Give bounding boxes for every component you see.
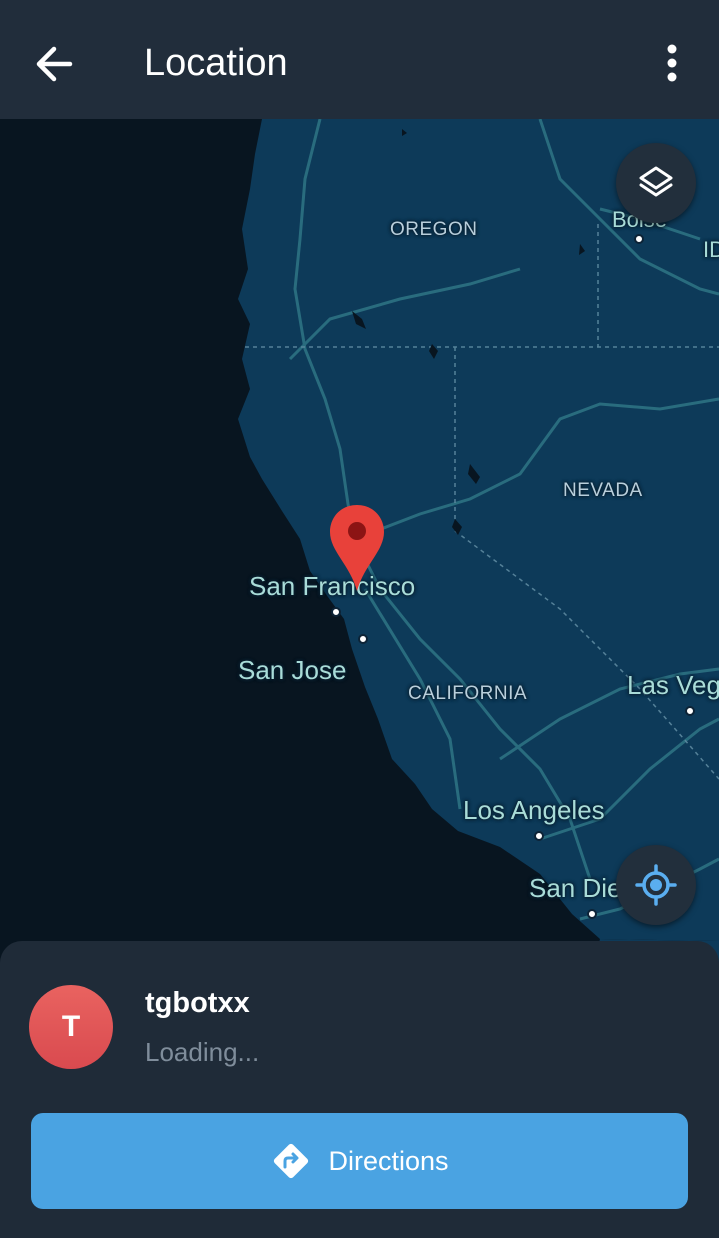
location-info-sheet: T tgbotxx Loading... Directions <box>0 941 719 1238</box>
more-options-button[interactable] <box>650 38 694 90</box>
city-dot-boise <box>634 234 644 244</box>
map-pin-icon[interactable] <box>326 503 388 593</box>
layers-icon <box>639 166 673 197</box>
avatar[interactable]: T <box>29 985 113 1069</box>
app-header: Location <box>0 0 719 119</box>
my-location-button[interactable] <box>616 845 696 925</box>
user-name: tgbotxx <box>145 987 250 1019</box>
city-dot-las-vegas <box>685 706 695 716</box>
label-los-angeles: Los Angeles <box>463 795 605 825</box>
map-view[interactable]: OREGON Boise ID NEVADA San Francisco San… <box>0 119 719 979</box>
city-dot-san-diego <box>587 909 597 919</box>
location-status: Loading... <box>145 1037 260 1067</box>
city-dot-los-angeles <box>534 831 544 841</box>
directions-button[interactable]: Directions <box>31 1113 688 1209</box>
label-idaho: ID <box>703 237 719 262</box>
my-location-icon <box>635 864 677 906</box>
map-layers-button[interactable] <box>616 143 696 223</box>
back-button[interactable] <box>24 34 84 94</box>
arrow-left-icon <box>36 46 73 82</box>
directions-label: Directions <box>328 1145 449 1176</box>
city-dot-san-francisco <box>331 607 341 617</box>
label-oregon: OREGON <box>390 219 478 240</box>
directions-icon <box>274 1143 309 1179</box>
page-title: Location <box>144 42 288 84</box>
label-las-vegas: Las Vegas <box>627 670 719 700</box>
label-san-jose: San Jose <box>238 655 347 685</box>
city-dot-oakland <box>358 634 368 644</box>
location-screen: Location OREGON ID NEVADA San Francisco … <box>0 0 719 1238</box>
label-california: CALIFORNIA <box>408 683 528 704</box>
label-nevada: NEVADA <box>563 480 643 501</box>
more-vertical-icon <box>667 44 677 82</box>
